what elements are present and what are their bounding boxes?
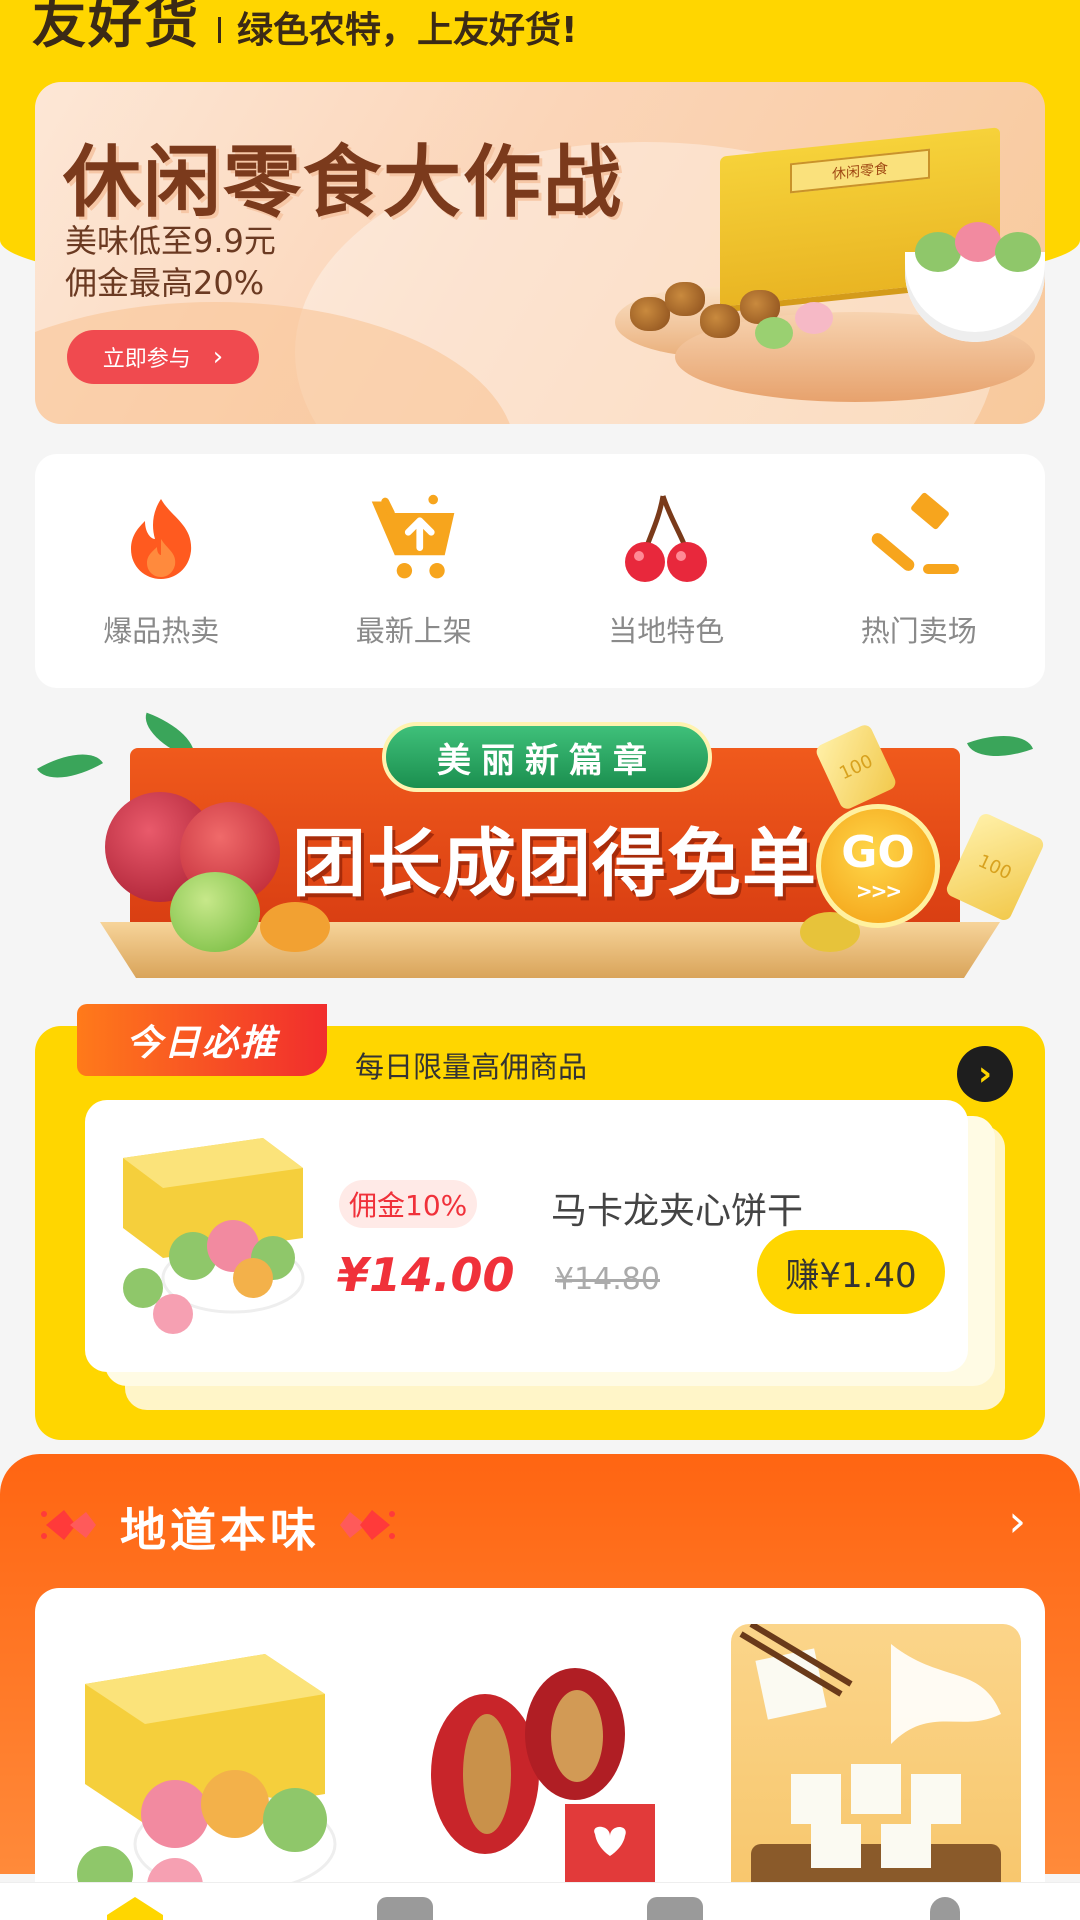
macaron (795, 302, 833, 334)
banner-title: 休闲零食大作战 (63, 137, 624, 228)
header-separator (218, 17, 221, 43)
today-recommend-section: 今日必推 每日限量高佣商品 › 佣金10% 马卡龙夹心饼干 ¥14.00 ¥14… (35, 1004, 1045, 1440)
join-now-button[interactable]: 立即参与 › (67, 330, 259, 384)
product-price: ¥14.00 (337, 1248, 515, 1302)
banner-subtitle: 美味低至9.9元 佣金最高20% (65, 220, 276, 304)
banner-price-line: 美味低至9.9元 (65, 222, 276, 260)
product-card[interactable]: 佣金10% 马卡龙夹心饼干 ¥14.00 ¥14.80 赚¥1.40 (85, 1100, 968, 1372)
today-subtitle: 每日限量高佣商品 (355, 1050, 588, 1084)
walnut-snack (700, 304, 740, 338)
product-image (113, 1128, 313, 1338)
today-tag: 今日必推 (77, 1004, 327, 1076)
decor-ribbon-icon (340, 1510, 395, 1540)
go-label: GO (841, 827, 915, 878)
home-icon (107, 1897, 163, 1920)
fire-icon (113, 490, 209, 586)
walnut-snack (665, 282, 705, 316)
product-original-price: ¥14.80 (555, 1262, 660, 1297)
macaron (915, 232, 961, 272)
app-slogan: 绿色农特，上友好货! (237, 10, 578, 51)
product-thumb-milk-cake[interactable] (731, 1624, 1021, 1914)
decor-ribbon-icon (41, 1510, 96, 1540)
join-now-label: 立即参与 (102, 347, 191, 372)
leaf-decor (967, 722, 1033, 770)
cart-icon (647, 1897, 703, 1920)
commission-badge: 佣金10% (339, 1180, 478, 1228)
local-flavor-section: 地道本味 › (0, 1454, 1080, 1914)
chevron-right-icon: › (212, 342, 224, 372)
snacks-promo-banner[interactable]: 休闲零食大作战 美味低至9.9元 佣金最高20% 立即参与 › 休闲零食 (35, 82, 1045, 424)
go-arrows: >>> (855, 879, 902, 903)
category-label: 最新上架 (355, 614, 472, 648)
leaf-decor (37, 738, 103, 794)
app-logo: 友好货 (32, 0, 200, 55)
local-products-card (35, 1588, 1045, 1914)
bag-icon (377, 1897, 433, 1920)
macaron (955, 222, 1001, 262)
category-hot-markets[interactable]: 热门卖场 (793, 454, 1046, 688)
category-hot-sales[interactable]: 爆品热卖 (35, 454, 288, 688)
macaron (755, 317, 793, 349)
nav-home[interactable] (0, 1883, 270, 1920)
category-local-specialty[interactable]: 当地特色 (540, 454, 793, 688)
category-label: 爆品热卖 (103, 614, 220, 648)
today-more-button[interactable]: › (957, 1046, 1013, 1102)
category-label: 热门卖场 (860, 614, 977, 648)
category-new-arrivals[interactable]: 最新上架 (288, 454, 541, 688)
banner-commission-line: 佣金最高20% (65, 264, 265, 302)
category-nav: 爆品热卖 最新上架 当地特色 热门卖场 (35, 454, 1045, 688)
green-apple-image (170, 872, 260, 952)
product-thumb-walnut-dates[interactable] (395, 1624, 685, 1914)
nav-profile[interactable] (810, 1883, 1080, 1920)
go-button[interactable]: GO >>> (816, 804, 940, 928)
bottom-navigation (0, 1882, 1080, 1920)
walnut-snack (630, 297, 670, 331)
nav-category[interactable] (270, 1883, 540, 1920)
shopping-cart-icon (366, 490, 462, 586)
banner-pill-title: 美丽新篇章 (382, 722, 712, 792)
snack-box-label: 休闲零食 (790, 148, 930, 194)
product-thumb-macaron[interactable] (65, 1624, 355, 1914)
app-header: 友好货 绿色农特，上友好货! (32, 0, 577, 60)
banner-main-title: 团长成团得免单 (292, 821, 817, 907)
macaron (995, 232, 1041, 272)
earn-button[interactable]: 赚¥1.40 (757, 1230, 945, 1314)
chevron-right-icon[interactable]: › (1008, 1496, 1026, 1547)
category-label: 当地特色 (608, 614, 725, 648)
cherry-icon (618, 490, 714, 586)
nav-cart[interactable] (540, 1883, 810, 1920)
product-name: 马卡龙夹心饼干 (551, 1191, 804, 1232)
auction-hammer-icon (871, 490, 967, 586)
group-leader-free-banner[interactable]: 美丽新篇章 团长成团得免单 GO >>> 100 100 (10, 712, 1070, 982)
user-icon (930, 1897, 960, 1920)
section-title: 地道本味 (120, 1503, 320, 1557)
